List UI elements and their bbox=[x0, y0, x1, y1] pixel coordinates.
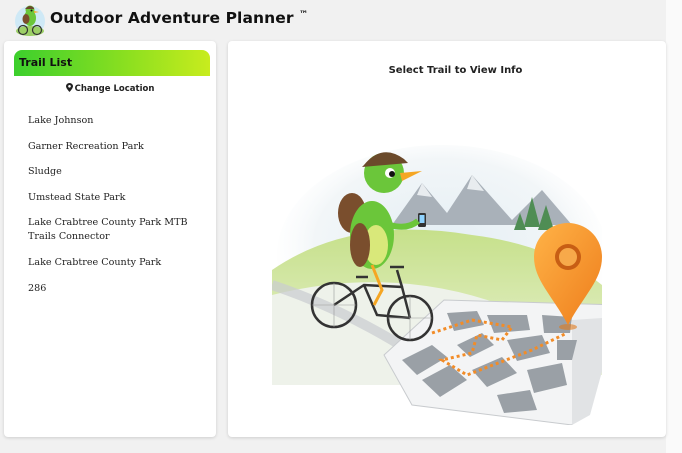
map-marker-icon bbox=[65, 83, 73, 92]
change-location-label: Change Location bbox=[74, 84, 155, 94]
trail-item-lake-crabtree-county-park[interactable]: Lake Crabtree County Park bbox=[28, 256, 208, 270]
trademark-symbol: ™ bbox=[299, 9, 309, 20]
top-bar: Outdoor Adventure Planner ™ bbox=[0, 0, 666, 40]
app-logo-icon bbox=[14, 3, 46, 37]
trail-item-umstead-state-park[interactable]: Umstead State Park bbox=[28, 191, 208, 205]
change-location-button[interactable]: Change Location bbox=[4, 83, 216, 94]
trail-info-panel: Select Trail to View Info bbox=[228, 41, 666, 437]
trail-list-header: Trail List bbox=[14, 50, 210, 76]
trail-item-sludge[interactable]: Sludge bbox=[28, 165, 208, 179]
trail-item-lake-crabtree-mtb-connector[interactable]: Lake Crabtree County Park MTB Trails Con… bbox=[28, 216, 208, 244]
trail-list: Lake Johnson Garner Recreation Park Slud… bbox=[28, 114, 208, 307]
trail-item-286[interactable]: 286 bbox=[28, 282, 208, 296]
trail-item-garner-recreation-park[interactable]: Garner Recreation Park bbox=[28, 140, 208, 154]
app-title: Outdoor Adventure Planner ™ bbox=[50, 9, 308, 27]
trail-list-title: Trail List bbox=[19, 56, 73, 69]
app-title-text: Outdoor Adventure Planner bbox=[50, 9, 294, 27]
trail-list-panel: Trail List Change Location Lake Johnson … bbox=[4, 41, 216, 437]
bird-cyclist-map-illustration bbox=[272, 145, 602, 425]
trail-info-title: Select Trail to View Info bbox=[388, 65, 523, 76]
trail-item-lake-johnson[interactable]: Lake Johnson bbox=[28, 114, 208, 128]
